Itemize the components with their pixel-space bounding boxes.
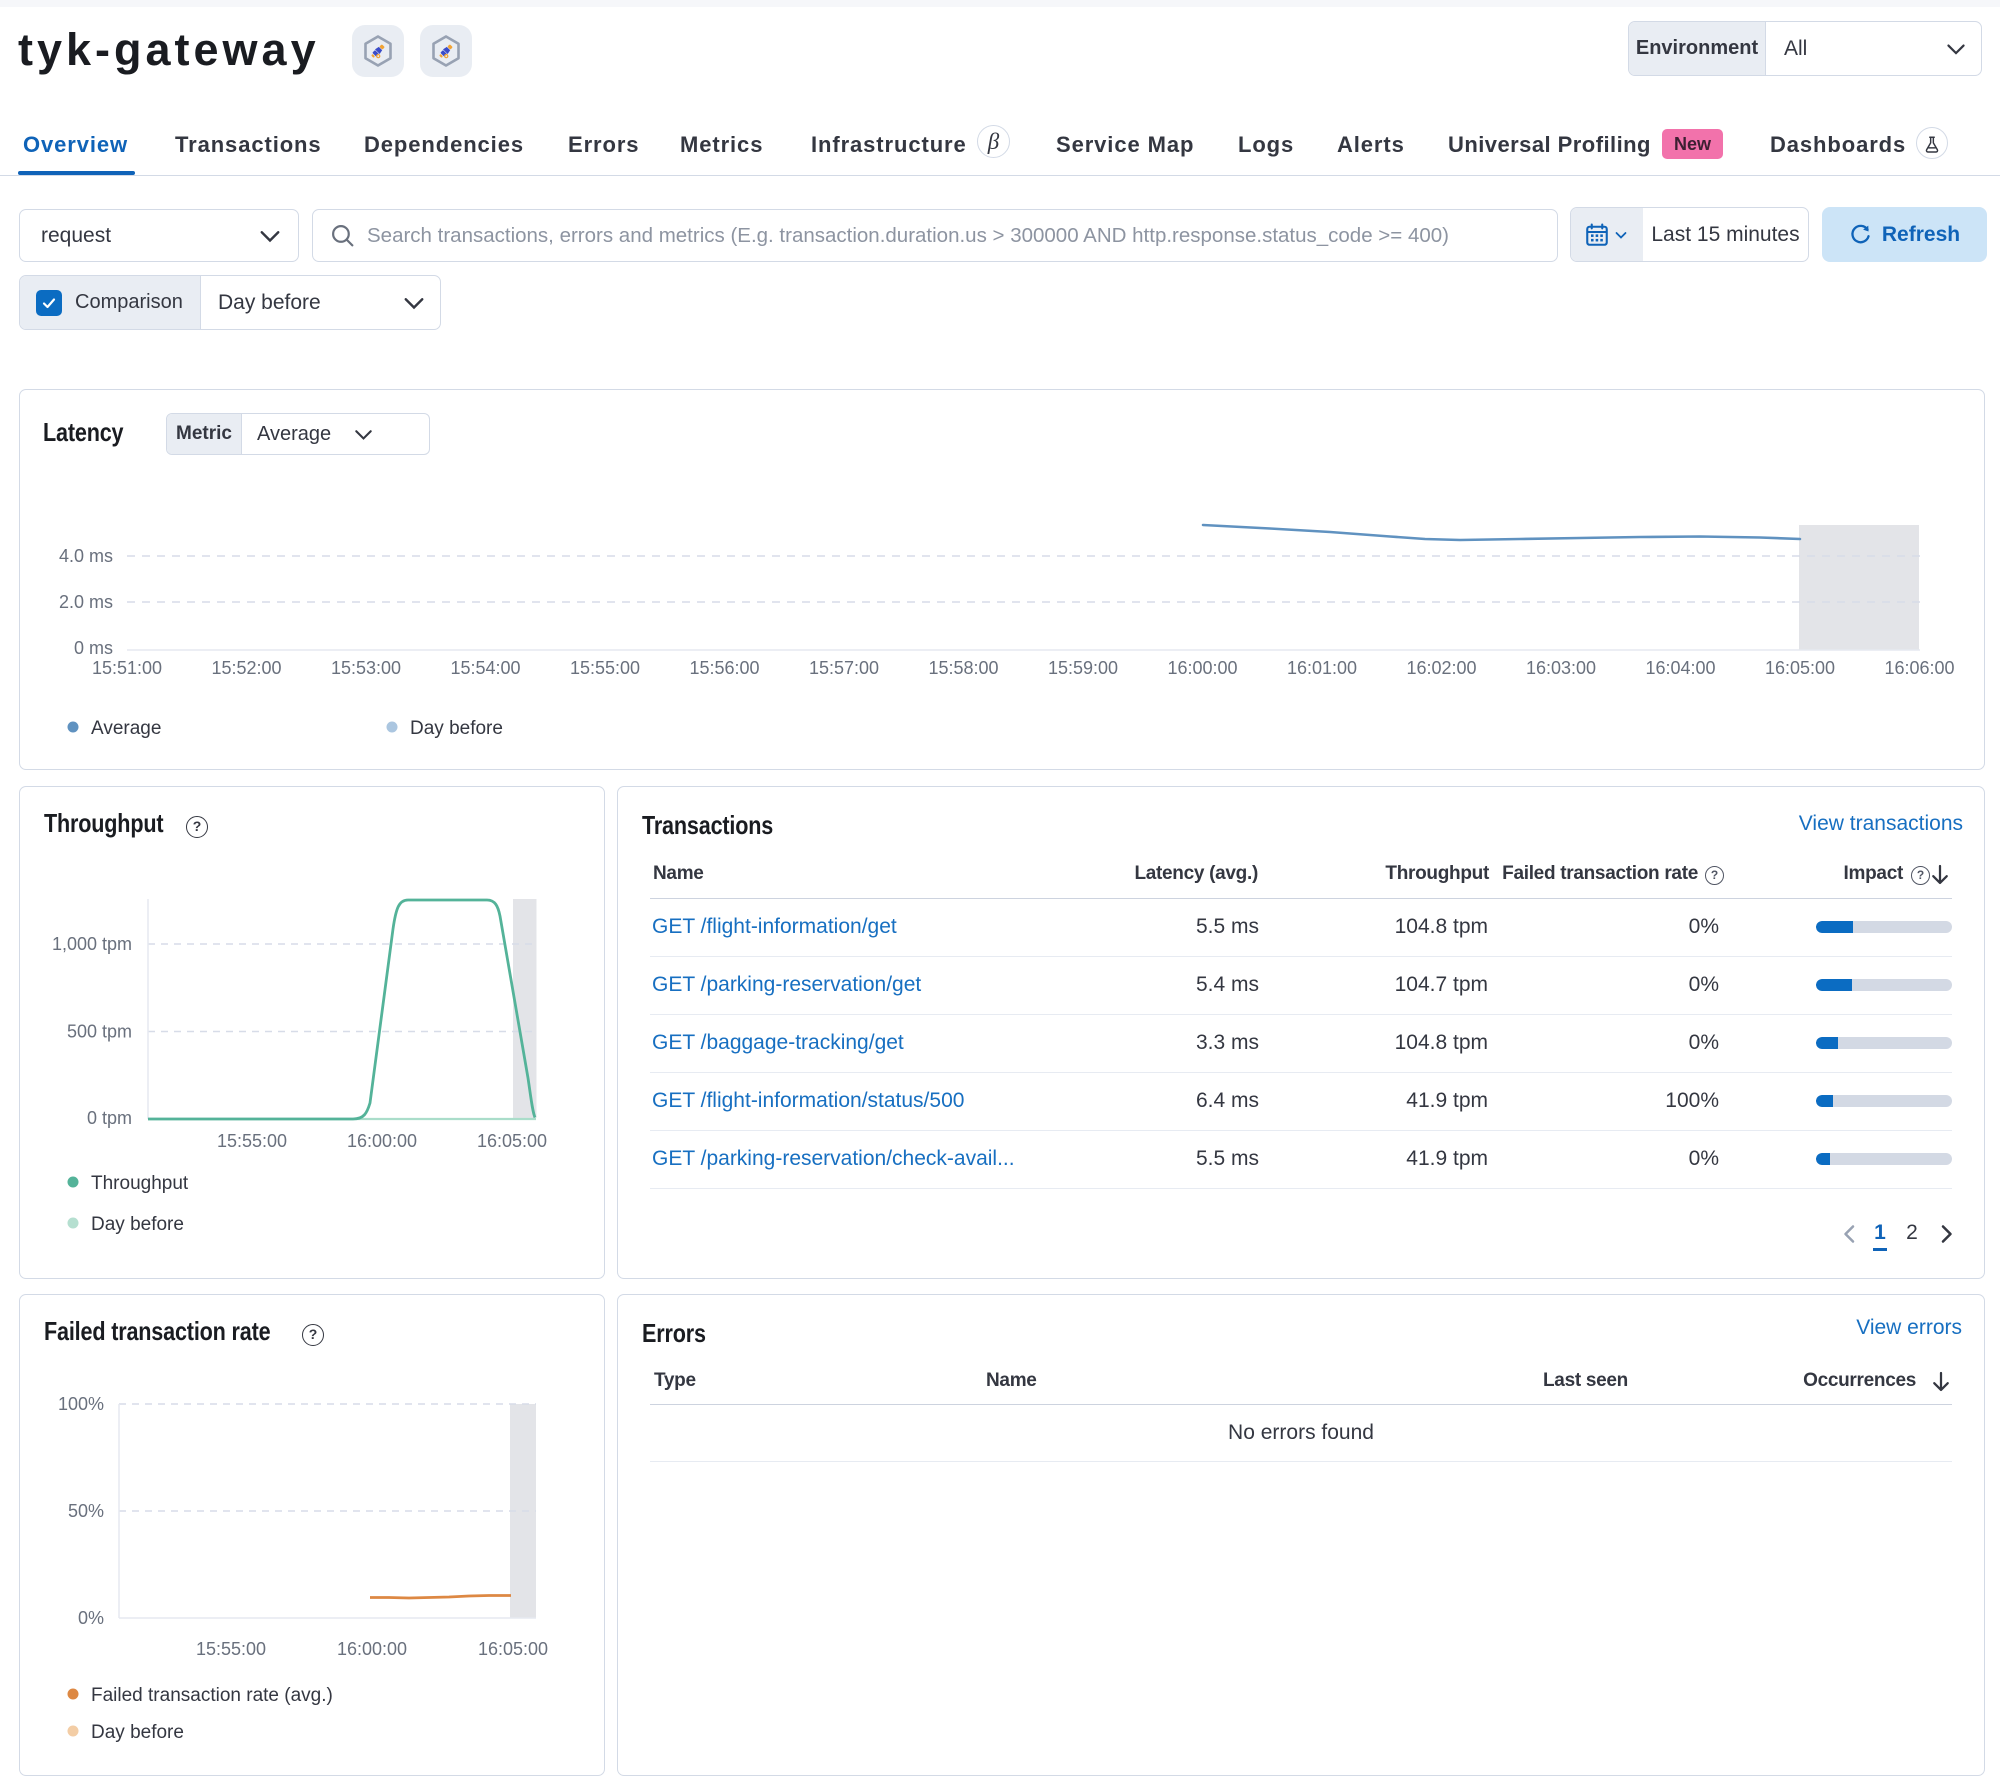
svg-text:16:00:00: 16:00:00 [1167,658,1237,678]
svg-text:0 ms: 0 ms [74,638,113,658]
svg-text:100%: 100% [58,1394,104,1414]
svg-text:4.0 ms: 4.0 ms [59,546,113,566]
svg-text:16:05:00: 16:05:00 [478,1639,548,1659]
svg-text:2.0 ms: 2.0 ms [59,592,113,612]
svg-text:500 tpm: 500 tpm [67,1022,132,1042]
svg-text:15:59:00: 15:59:00 [1048,658,1118,678]
svg-text:15:55:00: 15:55:00 [196,1639,266,1659]
svg-text:Day before: Day before [91,1214,184,1235]
svg-text:16:00:00: 16:00:00 [337,1639,407,1659]
svg-text:16:05:00: 16:05:00 [1765,658,1835,678]
svg-text:15:58:00: 15:58:00 [928,658,998,678]
svg-text:Day before: Day before [410,718,503,739]
svg-text:16:04:00: 16:04:00 [1645,658,1715,678]
svg-text:15:57:00: 15:57:00 [809,658,879,678]
svg-text:0%: 0% [78,1608,104,1628]
svg-text:16:00:00: 16:00:00 [347,1131,417,1151]
svg-text:16:05:00: 16:05:00 [477,1131,547,1151]
svg-text:50%: 50% [68,1501,104,1521]
svg-text:Throughput: Throughput [91,1173,189,1194]
svg-text:16:06:00: 16:06:00 [1884,658,1954,678]
svg-text:16:03:00: 16:03:00 [1526,658,1596,678]
svg-text:16:02:00: 16:02:00 [1406,658,1476,678]
svg-text:Day before: Day before [91,1722,184,1743]
svg-text:1,000 tpm: 1,000 tpm [52,934,132,954]
svg-text:15:52:00: 15:52:00 [211,658,281,678]
svg-text:15:53:00: 15:53:00 [331,658,401,678]
svg-text:15:55:00: 15:55:00 [217,1131,287,1151]
svg-text:16:01:00: 16:01:00 [1287,658,1357,678]
svg-text:15:56:00: 15:56:00 [689,658,759,678]
svg-text:Average: Average [91,718,161,739]
svg-text:Failed transaction rate (avg.): Failed transaction rate (avg.) [91,1685,333,1706]
svg-text:15:54:00: 15:54:00 [450,658,520,678]
svg-text:0 tpm: 0 tpm [87,1108,132,1128]
svg-text:15:51:00: 15:51:00 [92,658,162,678]
svg-text:15:55:00: 15:55:00 [570,658,640,678]
